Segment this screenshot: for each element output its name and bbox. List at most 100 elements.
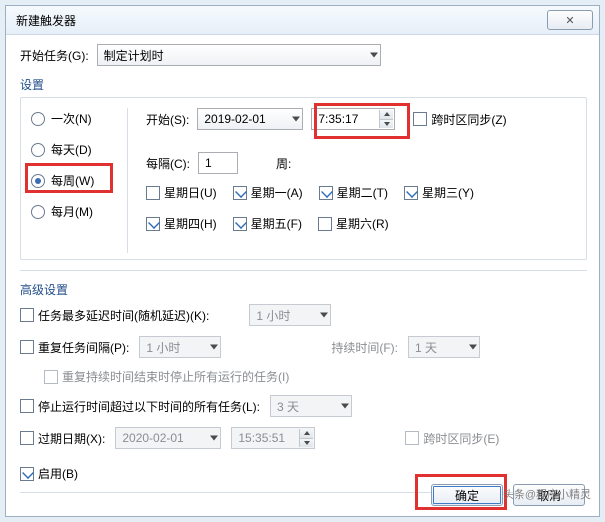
- freq-monthly-label: 每月(M): [51, 203, 93, 220]
- adv-expire-sync-tz-check[interactable]: 跨时区同步(E): [405, 430, 499, 447]
- close-icon: ✕: [565, 14, 574, 27]
- titlebar: 新建触发器 ✕: [6, 6, 599, 35]
- day-sat-check[interactable]: 星期六(R): [318, 215, 389, 232]
- adv-repeat-duration-label: 持续时间(F):: [331, 339, 398, 356]
- adv-stop-value: 3 天: [277, 398, 299, 415]
- day-thu-check[interactable]: 星期四(H): [146, 215, 217, 232]
- day-sat-label: 星期六(R): [336, 215, 389, 232]
- adv-expire-time-value: 15:35:51: [238, 431, 285, 445]
- day-fri-check[interactable]: 星期五(F): [233, 215, 302, 232]
- spinner-buttons[interactable]: [299, 429, 313, 447]
- checkbox-icon: [20, 467, 34, 481]
- chevron-up-icon: [384, 112, 390, 116]
- day-wed-label: 星期三(Y): [422, 184, 474, 201]
- freq-weekly-label: 每周(W): [51, 172, 94, 189]
- adv-enabled-check[interactable]: 启用(B): [20, 465, 78, 482]
- freq-radio-once[interactable]: 一次(N): [31, 110, 109, 127]
- adv-expire-date-value: 2020-02-01: [122, 431, 183, 445]
- adv-delay-label: 任务最多延迟时间(随机延迟)(K):: [38, 307, 209, 324]
- checkbox-icon: [146, 217, 160, 231]
- chevron-down-icon: [320, 313, 328, 318]
- chevron-down-icon: [292, 117, 300, 122]
- cancel-button-label: 取消: [537, 487, 561, 504]
- freq-once-label: 一次(N): [51, 110, 92, 127]
- chevron-down-icon: [370, 53, 378, 58]
- adv-stop-check[interactable]: 停止运行时间超过以下时间的所有任务(L):: [20, 398, 260, 415]
- radio-icon: [31, 174, 45, 188]
- adv-repeat-duration-combo[interactable]: 1 天: [408, 336, 480, 358]
- cancel-button[interactable]: 取消: [513, 484, 585, 506]
- begin-task-label: 开始任务(G):: [20, 47, 89, 64]
- dialog-title: 新建触发器: [16, 12, 547, 29]
- new-trigger-dialog: 新建触发器 ✕ 开始任务(G): 制定计划时 设置 一次(N): [5, 5, 600, 517]
- start-date-value: 2019-02-01: [204, 112, 265, 126]
- ok-button-label: 确定: [455, 487, 479, 504]
- settings-caption: 设置: [20, 76, 587, 93]
- checkbox-icon: [413, 112, 427, 126]
- day-thu-label: 星期四(H): [164, 215, 217, 232]
- checkbox-icon: [44, 370, 58, 384]
- adv-repeat-duration-value: 1 天: [415, 339, 437, 356]
- adv-repeat-value: 1 小时: [146, 339, 180, 356]
- adv-delay-combo[interactable]: 1 小时: [249, 304, 331, 326]
- radio-icon: [31, 112, 45, 126]
- checkbox-icon: [318, 217, 332, 231]
- begin-task-combo[interactable]: 制定计划时: [97, 44, 381, 66]
- freq-daily-label: 每天(D): [51, 141, 92, 158]
- begin-task-value: 制定计划时: [104, 47, 164, 64]
- start-sync-tz-check[interactable]: 跨时区同步(Z): [413, 111, 506, 128]
- checkbox-icon: [405, 431, 419, 445]
- adv-delay-check[interactable]: 任务最多延迟时间(随机延迟)(K):: [20, 307, 209, 324]
- chevron-down-icon: [304, 441, 310, 445]
- adv-repeat-label: 重复任务间隔(P):: [38, 339, 129, 356]
- day-mon-check[interactable]: 星期一(A): [233, 184, 303, 201]
- radio-icon: [31, 143, 45, 157]
- chevron-down-icon: [341, 404, 349, 409]
- adv-repeat-stop-label: 重复持续时间结束时停止所有运行的任务(I): [62, 368, 289, 385]
- freq-radio-daily[interactable]: 每天(D): [31, 141, 109, 158]
- day-tue-check[interactable]: 星期二(T): [319, 184, 388, 201]
- ok-button[interactable]: 确定: [431, 484, 503, 506]
- adv-delay-value: 1 小时: [256, 307, 290, 324]
- chevron-down-icon: [210, 345, 218, 350]
- recur-every-input[interactable]: 1: [198, 152, 238, 174]
- adv-expire-label: 过期日期(X):: [38, 430, 105, 447]
- close-button[interactable]: ✕: [547, 10, 593, 30]
- spinner-buttons[interactable]: [379, 110, 393, 128]
- freq-radio-weekly[interactable]: 每周(W): [31, 172, 109, 189]
- recur-unit-label: 周:: [276, 155, 291, 172]
- day-tue-label: 星期二(T): [337, 184, 388, 201]
- start-time-spinner[interactable]: 7:35:17: [311, 108, 395, 130]
- adv-repeat-check[interactable]: 重复任务间隔(P):: [20, 339, 129, 356]
- adv-repeat-combo[interactable]: 1 小时: [139, 336, 221, 358]
- adv-stop-label: 停止运行时间超过以下时间的所有任务(L):: [38, 398, 260, 415]
- checkbox-icon: [20, 399, 34, 413]
- adv-repeat-stop-check[interactable]: 重复持续时间结束时停止所有运行的任务(I): [44, 368, 289, 385]
- advanced-caption: 高级设置: [20, 281, 587, 298]
- chevron-down-icon: [469, 345, 477, 350]
- day-wed-check[interactable]: 星期三(Y): [404, 184, 474, 201]
- checkbox-icon: [20, 431, 34, 445]
- adv-expire-date[interactable]: 2020-02-01: [115, 427, 221, 449]
- chevron-down-icon: [384, 122, 390, 126]
- start-date-picker[interactable]: 2019-02-01: [197, 108, 303, 130]
- adv-expire-check[interactable]: 过期日期(X):: [20, 430, 105, 447]
- checkbox-icon: [404, 186, 418, 200]
- dialog-buttons: 确定 取消: [431, 484, 585, 506]
- checkbox-icon: [319, 186, 333, 200]
- chevron-up-icon: [304, 431, 310, 435]
- day-sun-label: 星期日(U): [164, 184, 217, 201]
- recur-every-label: 每隔(C):: [146, 155, 190, 172]
- checkbox-icon: [20, 308, 34, 322]
- freq-radio-monthly[interactable]: 每月(M): [31, 203, 109, 220]
- day-sun-check[interactable]: 星期日(U): [146, 184, 217, 201]
- day-fri-label: 星期五(F): [251, 215, 302, 232]
- adv-stop-combo[interactable]: 3 天: [270, 395, 352, 417]
- checkbox-icon: [146, 186, 160, 200]
- checkbox-icon: [20, 340, 34, 354]
- start-sync-tz-label: 跨时区同步(Z): [431, 111, 506, 128]
- adv-enabled-label: 启用(B): [38, 465, 78, 482]
- checkbox-icon: [233, 217, 247, 231]
- start-time-value: 7:35:17: [318, 112, 358, 126]
- adv-expire-time[interactable]: 15:35:51: [231, 427, 315, 449]
